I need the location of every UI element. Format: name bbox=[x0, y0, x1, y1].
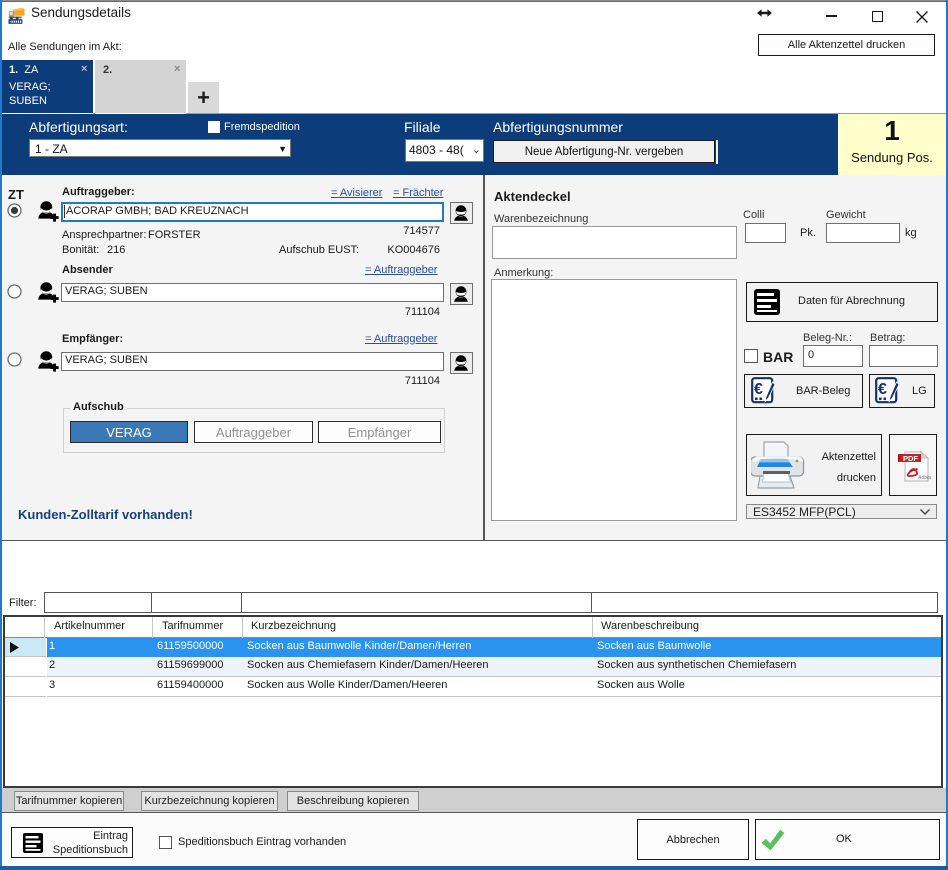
svg-text:PDF: PDF bbox=[903, 454, 918, 463]
svg-text:€: € bbox=[754, 381, 763, 398]
svg-text:Adobe: Adobe bbox=[917, 475, 931, 481]
svg-text:€: € bbox=[878, 381, 887, 398]
